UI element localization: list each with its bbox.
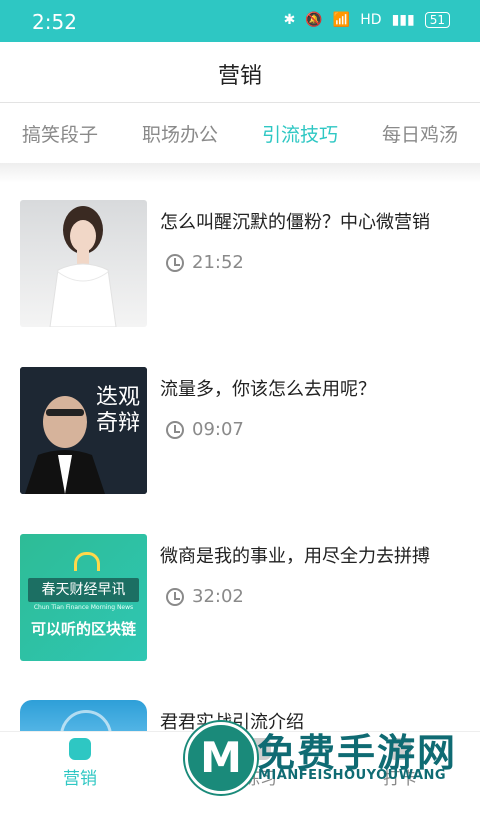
nav-marketing[interactable]: 营销 — [20, 738, 140, 789]
battery-icon: 51 — [424, 12, 450, 28]
mute-icon: 🔕 — [305, 12, 323, 28]
signal-icon: ▮▮▮ — [391, 12, 415, 28]
duration-text: 09:07 — [192, 419, 244, 440]
thumb-title: 春天财经早讯 — [28, 578, 139, 602]
thumb-tagline: 可以听的区块链 — [30, 620, 136, 638]
watermark-logo: M — [185, 722, 257, 794]
tab-daily-soup[interactable]: 每日鸡汤 — [382, 120, 458, 147]
item-duration: 21:52 — [166, 252, 244, 273]
category-tabs: 搞笑段子 职场办公 引流技巧 每日鸡汤 — [0, 103, 480, 163]
thumbnail: 迭观奇辩 — [20, 367, 147, 494]
tab-jokes[interactable]: 搞笑段子 — [22, 120, 98, 147]
thumb-subtitle: Chun Tian Finance Morning News — [33, 604, 134, 611]
item-title: 流量多，你该怎么去用呢？ — [160, 379, 376, 400]
item-duration: 32:02 — [166, 586, 244, 607]
clock-icon — [166, 420, 184, 439]
bluetooth-icon: ✱ — [283, 12, 296, 28]
tab-workplace[interactable]: 职场办公 — [142, 120, 218, 147]
status-time: 2:52 — [32, 10, 77, 34]
headphones-icon — [74, 552, 100, 571]
status-icons: ✱ 🔕 📶 HD ▮▮▮ 51 — [284, 12, 450, 28]
tab-traffic-tips[interactable]: 引流技巧 — [262, 120, 338, 147]
woman-photo-icon — [49, 206, 117, 327]
page-title: 营销 — [217, 64, 262, 89]
site-watermark: M 免费手游网 MIANFEISHOUYOUWANG — [185, 722, 475, 794]
duration-text: 32:02 — [192, 586, 244, 607]
item-duration: 09:07 — [166, 419, 244, 440]
clock-icon — [166, 587, 184, 606]
section-divider — [0, 163, 480, 183]
item-title: 怎么叫醒沉默的僵粉？中心微营销 — [160, 212, 430, 233]
list-item[interactable]: 春天财经早讯 Chun Tian Finance Morning News 可以… — [0, 532, 480, 662]
duration-text: 21:52 — [192, 252, 244, 273]
list-item[interactable]: 迭观奇辩 流量多，你该怎么去用呢？ 09:07 — [0, 365, 480, 495]
thumbnail — [20, 200, 147, 327]
list-item[interactable]: 怎么叫醒沉默的僵粉？中心微营销 21:52 — [0, 198, 480, 328]
thumb-caption: 迭观奇辩 — [95, 385, 140, 436]
network-label: HD — [360, 12, 382, 28]
nav-label: 营销 — [63, 769, 97, 789]
thumbnail — [20, 700, 147, 734]
item-title: 微商是我的事业，用尽全力去拼搏 — [160, 546, 430, 567]
clock-icon — [166, 253, 184, 272]
watermark-subtext: MIANFEISHOUYOUWANG — [258, 768, 447, 783]
marketing-icon — [69, 738, 91, 760]
status-bar: 2:52 ✱ 🔕 📶 HD ▮▮▮ 51 — [0, 0, 480, 42]
thumbnail: 春天财经早讯 Chun Tian Finance Morning News 可以… — [20, 534, 147, 661]
wifi-icon: 📶 — [332, 12, 351, 28]
title-bar: 营销 — [0, 42, 480, 103]
